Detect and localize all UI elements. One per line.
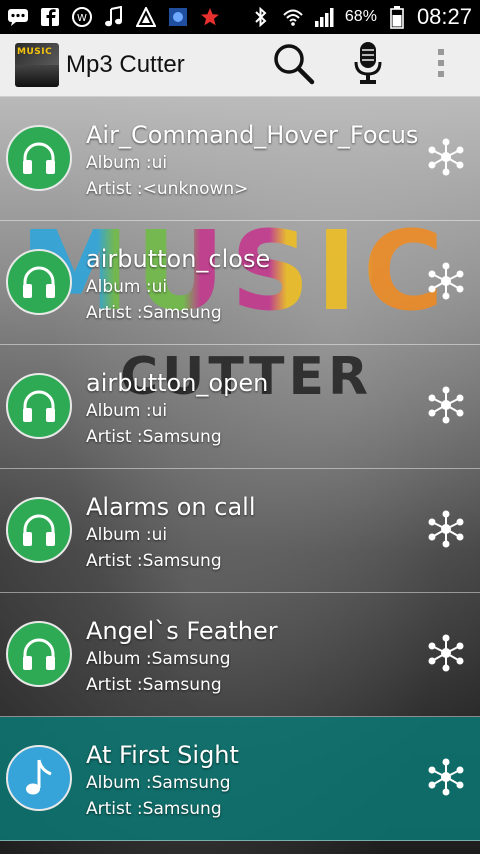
list-item[interactable]: Angel`s Feather Album :Samsung Artist :S… [0, 593, 480, 717]
system-status: 68% 08:27 [249, 4, 472, 30]
share-icon [426, 510, 466, 553]
signal-icon [313, 5, 337, 29]
song-artist: Artist :Samsung [86, 675, 222, 695]
song-artist: Artist :Samsung [86, 799, 222, 819]
share-button[interactable] [426, 137, 466, 177]
list-item[interactable]: airbutton_close Album :ui Artist :Samsun… [0, 221, 480, 345]
app-icon [166, 5, 190, 29]
song-album: Album :ui [86, 153, 168, 173]
app-bar: MUSIC Mp3 Cutter [0, 34, 480, 97]
battery-icon [385, 5, 409, 29]
music-note-icon [6, 745, 72, 811]
song-album: Album :Samsung [86, 649, 231, 669]
song-album: Album :ui [86, 401, 168, 421]
song-album: Album :ui [86, 277, 168, 297]
song-artist: Artist :<unknown> [86, 179, 249, 199]
search-icon [271, 41, 315, 89]
headphones-icon [6, 249, 72, 315]
share-icon [426, 262, 466, 305]
list-item-selected[interactable]: At First Sight Album :Samsung Artist :Sa… [0, 717, 480, 841]
share-icon [426, 758, 466, 801]
search-button[interactable] [270, 42, 316, 88]
song-artist: Artist :Samsung [86, 303, 222, 323]
bluetooth-icon [249, 5, 273, 29]
app-logo-text: MUSIC [17, 47, 53, 57]
song-artist: Artist :Samsung [86, 427, 222, 447]
share-button[interactable] [426, 509, 466, 549]
song-title: Angel`s Feather [86, 617, 278, 645]
more-vertical-icon [436, 48, 446, 82]
share-button[interactable] [426, 261, 466, 301]
song-title: airbutton_open [86, 369, 269, 397]
whatsapp-icon: W [70, 5, 94, 29]
song-title: At First Sight [86, 741, 239, 769]
status-bar: W 68% 08:27 [0, 0, 480, 34]
song-title: Alarms on call [86, 493, 256, 521]
svg-text:W: W [77, 13, 87, 24]
song-album: Album :ui [86, 525, 168, 545]
app-logo: MUSIC [15, 43, 59, 87]
record-button[interactable] [345, 42, 391, 88]
share-button[interactable] [426, 633, 466, 673]
song-album: Album :Samsung [86, 773, 231, 793]
headphones-icon [6, 621, 72, 687]
overflow-menu-button[interactable] [418, 42, 464, 88]
song-title: airbutton_close [86, 245, 271, 273]
song-list: Air_Command_Hover_Focus Album :ui Artist… [0, 97, 480, 841]
share-button[interactable] [426, 385, 466, 425]
page-title: Mp3 Cutter [66, 51, 185, 78]
headphones-icon [6, 373, 72, 439]
list-item[interactable]: Air_Command_Hover_Focus Album :ui Artist… [0, 97, 480, 221]
facebook-icon [38, 5, 62, 29]
vlc-icon [134, 5, 158, 29]
battery-percent: 68% [344, 8, 377, 25]
wifi-icon [281, 5, 305, 29]
list-item[interactable]: Alarms on call Album :ui Artist :Samsung [0, 469, 480, 593]
app-logo-image [15, 65, 59, 87]
song-title: Air_Command_Hover_Focus [86, 121, 419, 149]
share-icon [426, 386, 466, 429]
clock: 08:27 [416, 4, 472, 29]
chat-icon [6, 5, 30, 29]
headphones-icon [6, 497, 72, 563]
song-artist: Artist :Samsung [86, 551, 222, 571]
notification-icons: W [6, 5, 222, 29]
microphone-icon [353, 40, 383, 90]
list-item[interactable]: airbutton_open Album :ui Artist :Samsung [0, 345, 480, 469]
music-note-icon [102, 5, 126, 29]
share-button[interactable] [426, 757, 466, 797]
share-icon [426, 634, 466, 677]
headphones-icon [6, 125, 72, 191]
star-icon [198, 5, 222, 29]
share-icon [426, 138, 466, 181]
